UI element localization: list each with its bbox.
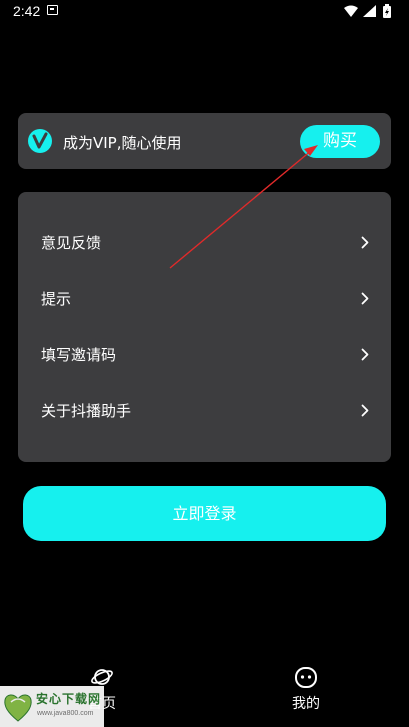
watermark-heart-logo xyxy=(4,694,32,722)
chevron-right-icon xyxy=(361,348,369,361)
buy-button[interactable]: 购买 xyxy=(300,125,380,158)
status-time: 2:42 xyxy=(13,3,41,19)
notification-icon xyxy=(47,5,58,15)
battery-icon xyxy=(383,4,391,18)
chevron-right-icon xyxy=(361,236,369,249)
watermark: 安心下载网 www.java800.com xyxy=(0,686,104,727)
status-icons xyxy=(343,4,399,18)
menu-item-tips[interactable]: 提示 xyxy=(18,273,391,325)
menu-item-label: 填写邀请码 xyxy=(41,346,117,364)
menu-item-label: 关于抖播助手 xyxy=(41,402,132,420)
watermark-url: www.java800.com xyxy=(37,710,94,717)
status-bar: 2:42 xyxy=(0,0,409,24)
face-icon xyxy=(295,667,317,688)
tab-mine[interactable]: 我的 xyxy=(246,660,366,720)
signal-icon xyxy=(363,5,376,17)
chevron-right-icon xyxy=(361,292,369,305)
vip-logo-icon xyxy=(28,129,52,153)
menu-item-about[interactable]: 关于抖播助手 xyxy=(18,385,391,437)
login-button[interactable]: 立即登录 xyxy=(23,486,386,541)
menu-item-invite-code[interactable]: 填写邀请码 xyxy=(18,329,391,381)
menu-card: 意见反馈 提示 填写邀请码 关于抖播助手 xyxy=(18,192,391,462)
wifi-icon xyxy=(344,5,358,17)
vip-banner[interactable]: 成为VIP,随心使用 购买 xyxy=(18,113,391,169)
menu-item-label: 提示 xyxy=(41,290,72,308)
vip-promo-text: 成为VIP,随心使用 xyxy=(63,134,182,152)
watermark-name: 安心下载网 xyxy=(36,692,102,706)
chevron-right-icon xyxy=(361,404,369,417)
menu-item-feedback[interactable]: 意见反馈 xyxy=(18,217,391,269)
tab-mine-label: 我的 xyxy=(292,696,320,712)
menu-item-label: 意见反馈 xyxy=(41,234,102,252)
